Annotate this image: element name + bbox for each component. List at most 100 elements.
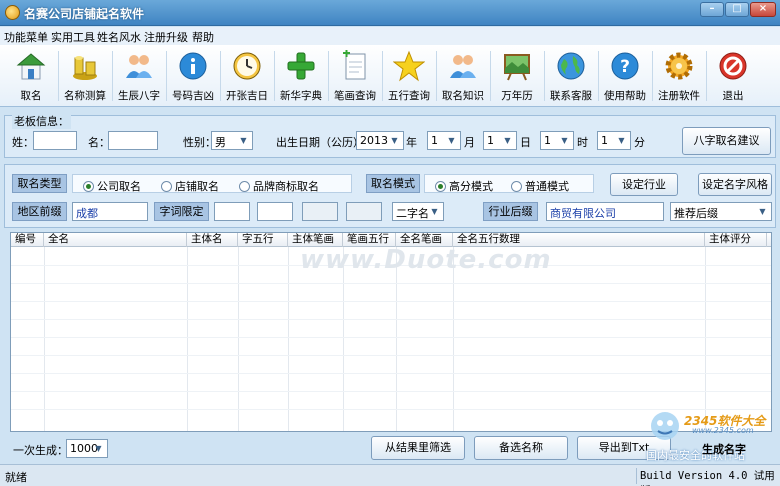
naming-type-label: 取名类型 bbox=[12, 174, 67, 193]
surname-label: 姓： bbox=[12, 136, 34, 149]
chevron-down-icon: ▼ bbox=[561, 136, 568, 145]
menu-register[interactable]: 注册升级 bbox=[144, 29, 188, 45]
naming-mode-group: 高分模式 普通模式 bbox=[424, 174, 594, 193]
region-prefix-input[interactable]: 成都 bbox=[72, 202, 148, 221]
close-button[interactable]: × bbox=[750, 2, 776, 17]
maximize-button[interactable]: □ bbox=[725, 2, 749, 17]
tool-stroke-query[interactable]: 笔画查询 bbox=[328, 48, 382, 104]
birth-day-select[interactable]: 1 ▼ bbox=[483, 131, 517, 150]
watermark-url: www.2345.com bbox=[692, 426, 754, 435]
set-style-button[interactable]: 设定名字风格 bbox=[698, 173, 772, 196]
radio-brand[interactable]: 品牌商标取名 bbox=[239, 178, 319, 194]
mascot-icon bbox=[651, 412, 679, 440]
stop-icon bbox=[719, 52, 747, 80]
minute-unit: 分 bbox=[634, 136, 645, 149]
tool-exit[interactable]: 退出 bbox=[706, 48, 760, 104]
filter-results-button[interactable]: 从结果里筛选 bbox=[371, 436, 465, 460]
word-limit-input-1[interactable] bbox=[214, 202, 250, 221]
column-header[interactable]: 编号 bbox=[11, 233, 44, 247]
tool-stroke-query-label: 笔画查询 bbox=[334, 90, 376, 102]
tool-register-label: 注册软件 bbox=[658, 90, 700, 102]
birth-month-select[interactable]: 1 ▼ bbox=[427, 131, 461, 150]
chevron-down-icon: ▼ bbox=[431, 207, 438, 216]
tool-name-test-label: 名称测算 bbox=[64, 90, 106, 102]
calendar-board-icon bbox=[504, 54, 530, 81]
tool-number-luck[interactable]: 号码吉凶 bbox=[166, 48, 220, 104]
gender-select[interactable]: 男 ▼ bbox=[211, 131, 253, 150]
column-header[interactable]: 全名 bbox=[44, 233, 187, 247]
chevron-down-icon: ▼ bbox=[391, 136, 398, 145]
birth-year-select[interactable]: 2013 ▼ bbox=[356, 131, 404, 150]
radio-dot bbox=[239, 181, 250, 192]
radio-high-score[interactable]: 高分模式 bbox=[435, 178, 493, 194]
tool-bazi-label: 生辰八字 bbox=[118, 90, 160, 102]
birth-year-value: 2013 bbox=[360, 134, 388, 147]
birth-minute-select[interactable]: 1 ▼ bbox=[597, 131, 631, 150]
menu-help[interactable]: 帮助 bbox=[192, 29, 214, 45]
word-limit-input-3[interactable] bbox=[302, 202, 338, 221]
title-bar: 名赛公司店铺起名软件 – □ × bbox=[0, 0, 780, 26]
chevron-down-icon: ▼ bbox=[448, 136, 455, 145]
birth-minute-value: 1 bbox=[601, 134, 608, 147]
batch-count-select[interactable]: 1000 ▼ bbox=[66, 439, 108, 458]
birth-hour-select[interactable]: 1 ▼ bbox=[540, 131, 574, 150]
name-length-value: 二字名 bbox=[396, 207, 429, 220]
chevron-down-icon: ▼ bbox=[759, 207, 766, 216]
tool-calendar[interactable]: 万年历 bbox=[490, 48, 544, 104]
tool-register[interactable]: 注册软件 bbox=[652, 48, 706, 104]
radio-shop[interactable]: 店铺取名 bbox=[161, 178, 219, 194]
tool-naming[interactable]: 取名 bbox=[4, 48, 58, 104]
naming-mode-label: 取名模式 bbox=[366, 174, 420, 193]
star-icon bbox=[393, 50, 425, 82]
chevron-down-icon: ▼ bbox=[504, 136, 511, 145]
set-industry-button[interactable]: 设定行业 bbox=[610, 173, 678, 196]
watermark-text: www.Duote.com bbox=[300, 245, 552, 275]
column-header[interactable]: 主体名 bbox=[187, 233, 238, 247]
word-limit-label: 字词限定 bbox=[154, 202, 209, 221]
tool-contact-support[interactable]: 联系客服 bbox=[544, 48, 598, 104]
radio-normal[interactable]: 普通模式 bbox=[511, 178, 569, 194]
radio-company[interactable]: 公司取名 bbox=[83, 178, 141, 194]
word-limit-input-2[interactable] bbox=[257, 202, 293, 221]
tool-naming-knowledge-label: 取名知识 bbox=[442, 90, 484, 102]
tool-contact-support-label: 联系客服 bbox=[550, 90, 592, 102]
tool-bazi[interactable]: 生辰八字 bbox=[112, 48, 166, 104]
industry-suffix-input[interactable]: 商贸有限公司 bbox=[546, 202, 664, 221]
version-text: Build Version 4.0 试用版 bbox=[636, 468, 778, 486]
status-text: 就绪 bbox=[5, 471, 27, 484]
word-limit-input-4[interactable] bbox=[346, 202, 382, 221]
month-unit: 月 bbox=[464, 136, 475, 149]
menu-tools[interactable]: 实用工具 bbox=[51, 29, 95, 45]
bazi-suggestion-button[interactable]: 八字取名建议 bbox=[682, 127, 771, 155]
year-unit: 年 bbox=[406, 136, 417, 149]
column-header[interactable]: 字五行 bbox=[238, 233, 288, 247]
generate-names-button[interactable]: 生成名字 bbox=[702, 441, 746, 457]
menu-fengshui[interactable]: 姓名风水 bbox=[97, 29, 141, 45]
column-header[interactable]: 主体评分 bbox=[705, 233, 767, 247]
name-length-select[interactable]: 二字名 ▼ bbox=[392, 202, 444, 221]
chevron-down-icon: ▼ bbox=[240, 136, 247, 145]
radio-dot bbox=[511, 181, 522, 192]
tool-naming-knowledge[interactable]: 取名知识 bbox=[436, 48, 490, 104]
suffix-select[interactable]: 推荐后缀 ▼ bbox=[670, 202, 772, 221]
radio-dot bbox=[161, 181, 172, 192]
tool-dictionary[interactable]: 新华字典 bbox=[274, 48, 328, 104]
tool-five-elements-label: 五行查询 bbox=[388, 90, 430, 102]
menu-function[interactable]: 功能菜单 bbox=[4, 29, 48, 45]
batch-count-label: 一次生成： bbox=[13, 444, 68, 457]
surname-input[interactable] bbox=[33, 131, 77, 150]
tool-five-elements[interactable]: 五行查询 bbox=[382, 48, 436, 104]
radio-dot bbox=[83, 181, 94, 192]
given-name-input[interactable] bbox=[108, 131, 158, 150]
menu-bar: 功能菜单 实用工具 姓名风水 注册升级 帮助 bbox=[0, 27, 780, 45]
gear-icon bbox=[665, 52, 693, 80]
minimize-button[interactable]: – bbox=[700, 2, 724, 17]
backup-names-button[interactable]: 备选名称 bbox=[474, 436, 568, 460]
birth-hour-value: 1 bbox=[544, 134, 551, 147]
birth-month-value: 1 bbox=[431, 134, 438, 147]
tool-help[interactable]: ? 使用帮助 bbox=[598, 48, 652, 104]
boss-info-legend: 老板信息： bbox=[12, 113, 71, 129]
given-name-label: 名： bbox=[88, 136, 110, 149]
tool-name-test[interactable]: 名称测算 bbox=[58, 48, 112, 104]
tool-opening-day[interactable]: 开张吉日 bbox=[220, 48, 274, 104]
